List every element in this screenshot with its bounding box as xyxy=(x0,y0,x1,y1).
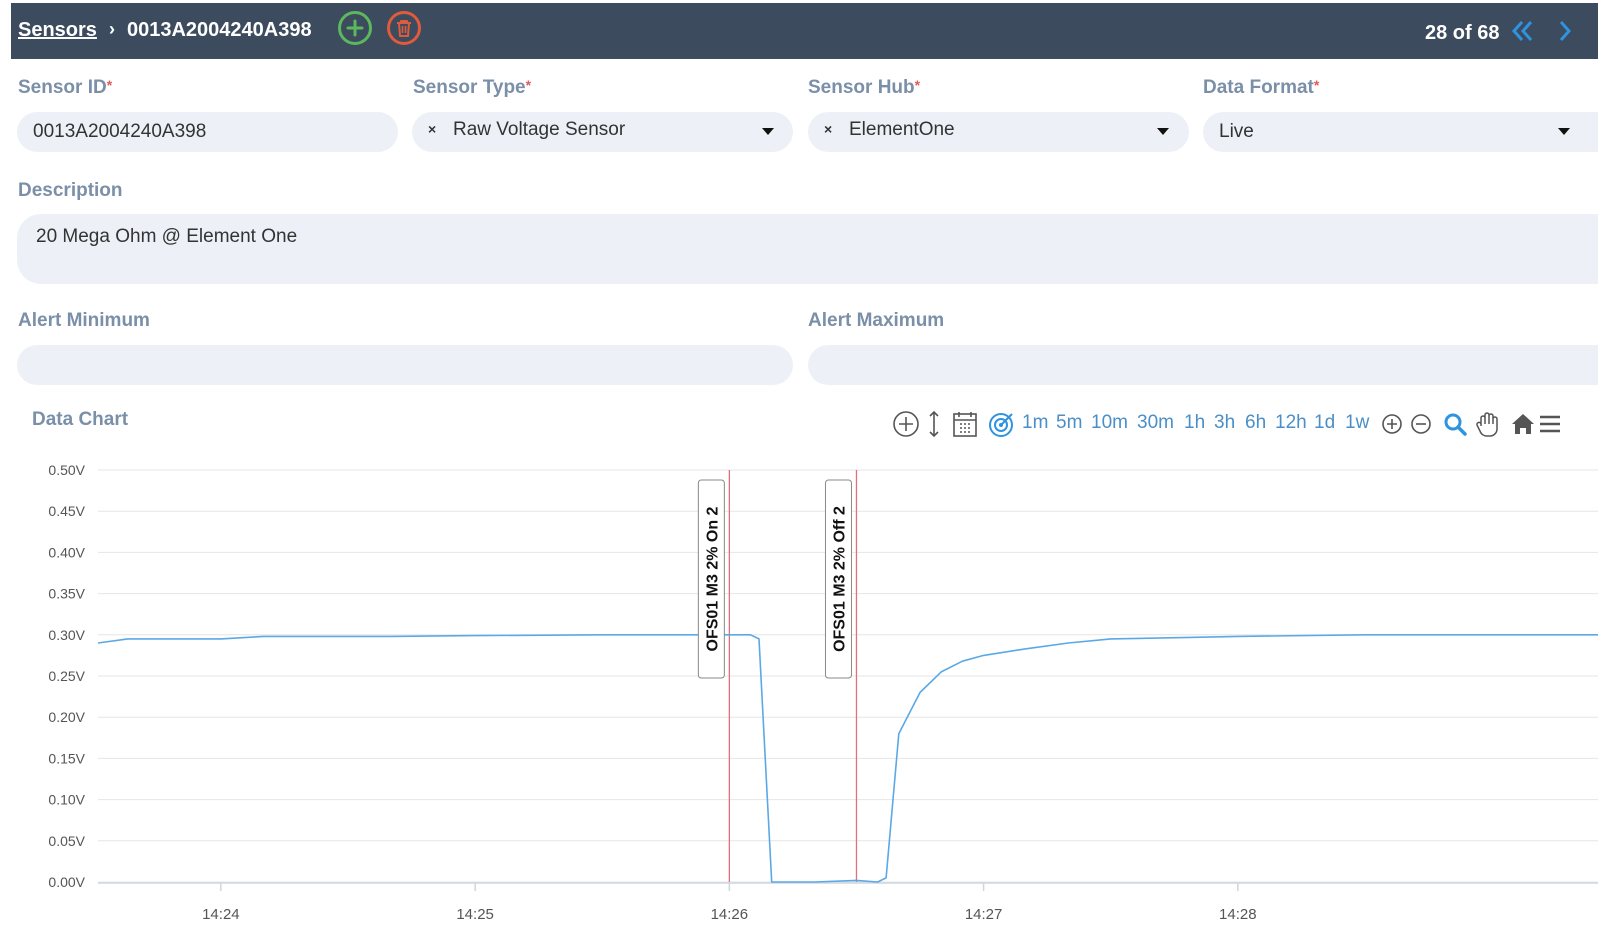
annotation-label: OFS01 M3 2% Off 2 xyxy=(831,506,848,652)
description-label: Description xyxy=(18,180,123,201)
x-tick-label: 14:28 xyxy=(1219,906,1257,923)
sensor-id-label: Sensor ID* xyxy=(18,77,113,98)
home-icon[interactable] xyxy=(1510,412,1536,442)
plus-icon xyxy=(346,19,364,37)
annotation-label: OFS01 M3 2% On 2 xyxy=(704,506,721,651)
sensor-hub-label: Sensor Hub* xyxy=(808,77,921,98)
trash-icon xyxy=(397,20,411,37)
clear-sensor-hub-icon[interactable]: × xyxy=(824,121,832,137)
x-tick-label: 14:26 xyxy=(711,906,749,923)
y-tick-label: 0.10V xyxy=(48,792,85,808)
range-12h-button[interactable]: 12h xyxy=(1275,412,1307,434)
sensor-id-field[interactable]: 0013A2004240A398 xyxy=(17,112,398,152)
series-line xyxy=(97,634,1598,883)
zoom-in-icon[interactable] xyxy=(1380,412,1404,442)
alert-minimum-field[interactable] xyxy=(17,345,793,385)
range-30m-button[interactable]: 30m xyxy=(1137,412,1174,434)
pan-hand-icon[interactable] xyxy=(1475,410,1501,444)
y-tick-label: 0.20V xyxy=(48,709,85,725)
breadcrumb-sensors-link[interactable]: Sensors xyxy=(18,19,97,42)
alert-maximum-label: Alert Maximum xyxy=(808,310,945,331)
delete-sensor-button[interactable] xyxy=(387,11,421,45)
sensor-hub-select[interactable]: × ElementOne xyxy=(808,112,1189,152)
resize-vertical-icon[interactable] xyxy=(928,410,940,444)
chevron-down-icon xyxy=(762,128,774,135)
y-tick-label: 0.05V xyxy=(48,833,85,849)
y-tick-label: 0.35V xyxy=(48,586,85,602)
page-header: Sensors › 0013A2004240A398 28 of 68 xyxy=(11,3,1598,59)
clear-sensor-type-icon[interactable]: × xyxy=(428,121,436,137)
range-3h-button[interactable]: 3h xyxy=(1214,412,1235,434)
annotation-label-box xyxy=(697,479,725,679)
x-tick-label: 14:24 xyxy=(202,906,240,923)
chevron-down-icon xyxy=(1157,128,1169,135)
y-tick-label: 0.30V xyxy=(48,627,85,643)
breadcrumb-current: 0013A2004240A398 xyxy=(127,19,312,41)
data-format-select[interactable]: Live xyxy=(1203,112,1598,152)
x-tick-label: 14:27 xyxy=(965,906,1003,923)
breadcrumb-separator: › xyxy=(109,19,115,39)
chevron-down-icon xyxy=(1558,128,1570,135)
description-textarea[interactable]: 20 Mega Ohm @ Element One xyxy=(17,214,1598,284)
target-icon[interactable] xyxy=(987,410,1015,444)
y-tick-label: 0.45V xyxy=(48,503,85,519)
data-chart-title: Data Chart xyxy=(32,409,129,430)
sensor-type-label: Sensor Type* xyxy=(413,77,532,98)
range-1h-button[interactable]: 1h xyxy=(1184,412,1205,434)
range-5m-button[interactable]: 5m xyxy=(1056,412,1082,434)
sensor-type-select[interactable]: × Raw Voltage Sensor xyxy=(412,112,793,152)
range-1d-button[interactable]: 1d xyxy=(1314,412,1335,434)
plus-circle-icon[interactable] xyxy=(892,410,920,444)
alert-minimum-label: Alert Minimum xyxy=(18,310,150,331)
annotation-label-box xyxy=(824,479,852,679)
range-6h-button[interactable]: 6h xyxy=(1245,412,1266,434)
range-1w-button[interactable]: 1w xyxy=(1345,412,1369,434)
menu-icon[interactable] xyxy=(1538,413,1562,441)
next-record-icon[interactable] xyxy=(1557,18,1573,49)
record-pager: 28 of 68 xyxy=(1425,22,1500,44)
previous-record-icon[interactable] xyxy=(1511,18,1535,49)
search-zoom-icon[interactable] xyxy=(1443,412,1467,442)
x-tick-label: 14:25 xyxy=(456,906,494,923)
y-tick-label: 0.15V xyxy=(48,750,85,766)
y-tick-label: 0.40V xyxy=(48,544,85,560)
add-sensor-button[interactable] xyxy=(338,11,372,45)
data-format-label: Data Format* xyxy=(1203,77,1320,98)
y-tick-label: 0.00V xyxy=(48,874,85,890)
range-1m-button[interactable]: 1m xyxy=(1022,412,1048,434)
alert-maximum-field[interactable] xyxy=(808,345,1598,385)
y-tick-label: 0.25V xyxy=(48,668,85,684)
range-10m-button[interactable]: 10m xyxy=(1091,412,1128,434)
calendar-icon[interactable] xyxy=(952,410,978,444)
zoom-out-icon[interactable] xyxy=(1409,412,1433,442)
y-tick-label: 0.50V xyxy=(48,462,85,478)
